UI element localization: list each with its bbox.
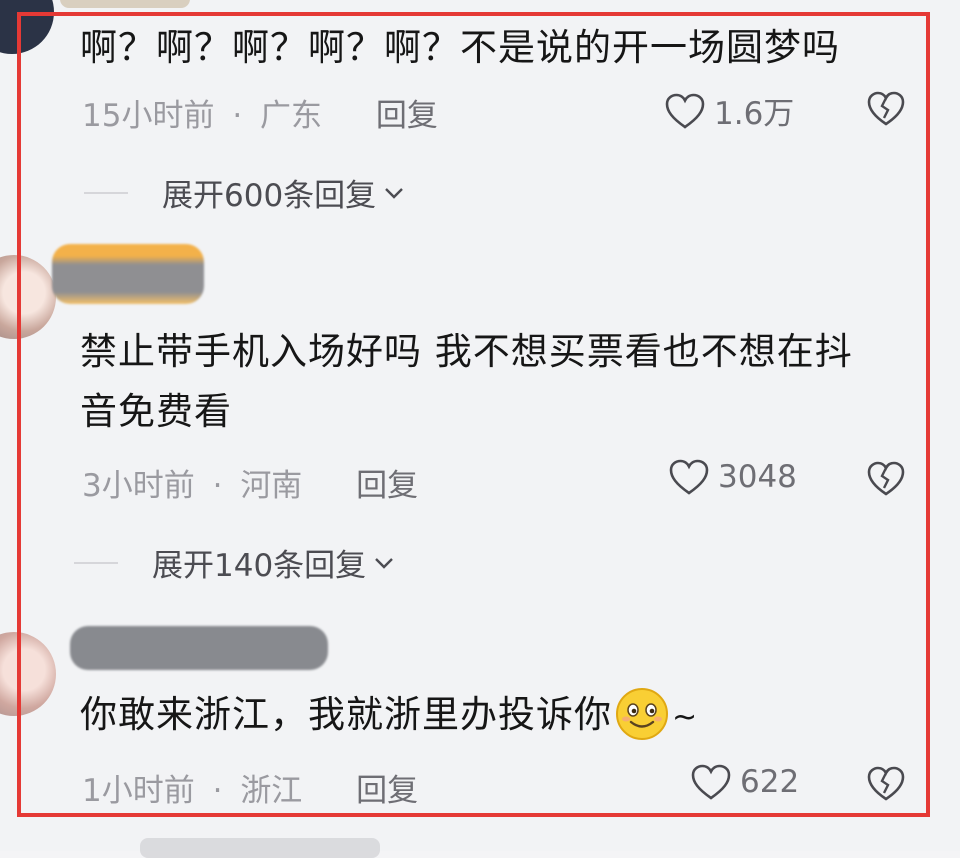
comment-body: 啊？啊？啊？啊？啊？不是说的开一场圆梦吗 <box>80 26 840 69</box>
reply-button[interactable]: 回复 <box>356 773 418 809</box>
like-button[interactable]: 3048 <box>668 458 797 496</box>
dislike-icon[interactable] <box>866 90 906 128</box>
meta-separator: · <box>212 468 223 504</box>
comment-region: 广东 <box>260 98 323 134</box>
username-redacted <box>52 244 204 304</box>
comment-list: 啊？啊？啊？啊？啊？不是说的开一场圆梦吗 15小时前 · 广东 回复 1.6万 … <box>0 0 960 858</box>
comment-time: 15小时前 <box>82 98 215 134</box>
heart-icon <box>669 459 709 495</box>
like-count: 622 <box>740 764 800 800</box>
divider <box>84 191 128 194</box>
avatar[interactable] <box>0 255 56 339</box>
comment-region: 河南 <box>240 468 303 504</box>
meta-separator: · <box>232 98 243 134</box>
comment-meta: 15小时前 · 广东 回复 <box>82 90 438 135</box>
comment-body: 你敢来浙江，我就浙里办投诉你 <box>80 693 612 736</box>
chevron-down-icon <box>385 187 404 199</box>
smiley-face-icon <box>616 687 668 740</box>
comment-body-line: 禁止带手机入场好吗 我不想买票看也不想在抖 <box>80 330 853 373</box>
expand-replies-label: 展开140条回复 <box>152 548 367 584</box>
expand-replies-button[interactable]: 展开140条回复 <box>74 540 396 585</box>
meta-separator: · <box>212 773 223 809</box>
heart-icon <box>691 764 731 800</box>
comment-text: 啊？啊？啊？啊？啊？不是说的开一场圆梦吗 <box>80 18 840 78</box>
username-redacted <box>70 626 328 670</box>
reply-button[interactable]: 回复 <box>356 468 418 504</box>
like-count: 1.6万 <box>714 96 795 132</box>
expand-replies-label: 展开600条回复 <box>162 178 377 214</box>
expand-replies-button[interactable]: 展开600条回复 <box>84 170 406 215</box>
avatar[interactable] <box>0 632 56 716</box>
comment-body-line: 音免费看 <box>80 390 232 433</box>
like-button[interactable]: 622 <box>690 763 799 801</box>
like-count: 3048 <box>718 459 797 495</box>
username-redacted <box>60 0 190 8</box>
cropped-expand-row <box>140 838 380 858</box>
avatar[interactable] <box>0 0 54 54</box>
comment-tail: ~ <box>672 700 699 735</box>
comment-meta: 1小时前 · 浙江 回复 <box>82 765 418 810</box>
reply-button[interactable]: 回复 <box>376 98 438 134</box>
comment-time: 1小时前 <box>82 773 195 809</box>
dislike-icon[interactable] <box>866 460 906 498</box>
comment-text: 你敢来浙江，我就浙里办投诉你 ~ <box>80 685 698 748</box>
comment-time: 3小时前 <box>82 468 195 504</box>
comment-meta: 3小时前 · 河南 回复 <box>82 460 418 505</box>
heart-icon <box>665 93 705 129</box>
divider <box>74 561 118 564</box>
chevron-down-icon <box>375 557 394 569</box>
dislike-icon[interactable] <box>866 765 906 803</box>
comment-text: 禁止带手机入场好吗 我不想买票看也不想在抖 音免费看 <box>80 322 853 442</box>
comment-region: 浙江 <box>240 773 303 809</box>
like-button[interactable]: 1.6万 <box>664 88 794 133</box>
